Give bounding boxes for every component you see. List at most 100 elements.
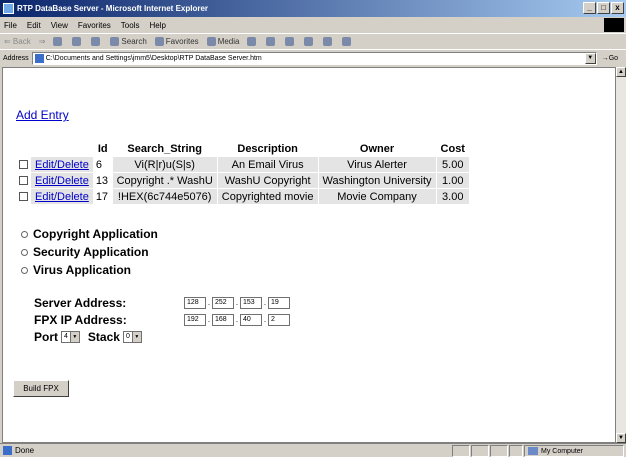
edit-delete-link[interactable]: Edit/Delete xyxy=(35,191,89,203)
back-button[interactable]: ⇐ Back xyxy=(4,37,31,46)
server-address-input: 128. 252. 153. 19 xyxy=(184,296,290,309)
edit-icon xyxy=(304,37,314,46)
favorites-icon xyxy=(154,37,164,46)
fpx-octet-2[interactable]: 168 xyxy=(212,313,234,326)
fpx-octet-3[interactable]: 40 xyxy=(240,313,262,326)
header-cost: Cost xyxy=(440,142,465,155)
add-entry-link[interactable]: Add Entry xyxy=(16,108,69,122)
print-button[interactable] xyxy=(285,37,296,46)
edit-delete-link[interactable]: Edit/Delete xyxy=(35,175,89,187)
home-button[interactable] xyxy=(91,37,102,46)
messenger-icon xyxy=(342,37,352,46)
fpx-config-form: Server Address: 128. 252. 153. 19 FPX IP… xyxy=(34,294,290,345)
build-fpx-button[interactable]: Build FPX xyxy=(13,380,69,397)
fpx-ip-input: 192. 168. 40. 2 xyxy=(184,313,290,326)
menu-edit[interactable]: Edit xyxy=(27,21,41,30)
close-button[interactable]: x xyxy=(611,2,624,14)
stop-button[interactable] xyxy=(53,37,64,46)
application-radio-group: Copyright Application Security Applicati… xyxy=(21,225,158,279)
address-label: Address xyxy=(3,54,29,62)
port-label: Port xyxy=(34,329,58,344)
row-checkbox[interactable] xyxy=(19,176,28,186)
vertical-scrollbar[interactable]: ▲ ▼ xyxy=(616,67,626,443)
port-stack-row: Port 4 ▼ Stack 0 ▼ xyxy=(34,328,290,345)
menu-file[interactable]: File xyxy=(4,21,17,30)
title-bar: RTP DataBase Server - Microsoft Internet… xyxy=(0,0,626,17)
cell-description: WashU Copyright xyxy=(217,173,318,188)
address-dropdown-button[interactable]: ▼ xyxy=(584,52,596,64)
cell-owner: Movie Company xyxy=(318,189,436,204)
menu-tools[interactable]: Tools xyxy=(121,21,140,30)
server-address-row: Server Address: 128. 252. 153. 19 xyxy=(34,294,290,311)
radio-virus-application[interactable]: Virus Application xyxy=(21,261,158,279)
table-header-row: Id Search_String Description Owner Cost xyxy=(17,141,469,156)
address-bar: Address C:\Documents and Settings\jmm5\D… xyxy=(0,49,626,66)
radio-security-application[interactable]: Security Application xyxy=(21,243,158,261)
cell-id: 6 xyxy=(93,157,112,172)
cell-owner: Washington University xyxy=(318,173,436,188)
stack-select[interactable]: 0 ▼ xyxy=(122,330,142,343)
favorites-button[interactable]: Favorites xyxy=(154,37,199,46)
address-value: C:\Documents and Settings\jmm5\Desktop\R… xyxy=(45,54,262,62)
media-button[interactable]: Media xyxy=(206,37,239,46)
fpx-octet-4[interactable]: 2 xyxy=(268,313,290,326)
server-octet-4[interactable]: 19 xyxy=(268,296,290,309)
edit-button[interactable] xyxy=(304,37,315,46)
row-checkbox[interactable] xyxy=(19,160,28,170)
header-search-string: Search_String xyxy=(127,142,202,155)
stack-label: Stack xyxy=(87,329,120,344)
cell-cost: 3.00 xyxy=(436,189,469,204)
chevron-down-icon: ▼ xyxy=(69,331,79,342)
windows-logo-icon xyxy=(604,18,624,32)
mail-button[interactable] xyxy=(266,37,277,46)
window-controls: _ □ x xyxy=(583,2,624,14)
history-button[interactable] xyxy=(247,37,258,46)
stop-icon xyxy=(53,37,63,46)
discuss-button[interactable] xyxy=(323,37,334,46)
radio-button[interactable] xyxy=(21,266,28,274)
header-owner: Owner xyxy=(359,142,395,155)
table-row: Edit/Delete 13 Copyright .* WashU WashU … xyxy=(17,173,469,188)
menu-view[interactable]: View xyxy=(51,21,68,30)
forward-button[interactable]: ⇒ xyxy=(39,37,46,46)
messenger-button[interactable] xyxy=(342,37,353,46)
discuss-icon xyxy=(323,37,333,46)
port-select[interactable]: 4 ▼ xyxy=(61,330,80,343)
radio-button[interactable] xyxy=(21,248,28,256)
page-icon xyxy=(34,53,44,63)
cell-cost: 1.00 xyxy=(436,173,469,188)
search-icon xyxy=(110,37,120,46)
status-bar: Done My Computer xyxy=(0,443,626,457)
cell-search-string: Copyright .* WashU xyxy=(112,173,217,188)
cell-cost: 5.00 xyxy=(436,157,469,172)
refresh-button[interactable] xyxy=(72,37,83,46)
server-address-label: Server Address: xyxy=(34,295,127,310)
server-octet-1[interactable]: 128 xyxy=(184,296,206,309)
scroll-up-button[interactable]: ▲ xyxy=(616,67,626,77)
cell-id: 17 xyxy=(93,189,112,204)
menu-help[interactable]: Help xyxy=(149,21,165,30)
window-title: RTP DataBase Server - Microsoft Internet… xyxy=(17,4,209,13)
scroll-down-button[interactable]: ▼ xyxy=(616,433,626,443)
radio-copyright-application[interactable]: Copyright Application xyxy=(21,225,158,243)
radio-button[interactable] xyxy=(21,230,28,238)
chevron-down-icon: ▼ xyxy=(131,331,141,342)
search-button[interactable]: Search xyxy=(110,37,147,46)
maximize-button[interactable]: □ xyxy=(597,2,610,14)
address-input[interactable]: C:\Documents and Settings\jmm5\Desktop\R… xyxy=(31,51,597,65)
minimize-button[interactable]: _ xyxy=(583,2,596,14)
row-checkbox[interactable] xyxy=(19,192,28,202)
header-id: Id xyxy=(97,142,108,155)
server-octet-3[interactable]: 153 xyxy=(240,296,262,309)
cell-owner: Virus Alerter xyxy=(318,157,436,172)
menu-favorites[interactable]: Favorites xyxy=(78,21,111,30)
fpx-octet-1[interactable]: 192 xyxy=(184,313,206,326)
go-button[interactable]: →Go xyxy=(602,55,618,62)
table-row: Edit/Delete 17 !HEX(6c744e5076) Copyrigh… xyxy=(17,189,469,204)
cell-search-string: !HEX(6c744e5076) xyxy=(112,189,217,204)
fpx-ip-label: FPX IP Address: xyxy=(34,312,127,327)
server-octet-2[interactable]: 252 xyxy=(212,296,234,309)
toolbar: ⇐ Back ⇒ Search Favorites Media xyxy=(0,33,626,49)
edit-delete-link[interactable]: Edit/Delete xyxy=(35,159,89,171)
header-description: Description xyxy=(237,142,298,155)
